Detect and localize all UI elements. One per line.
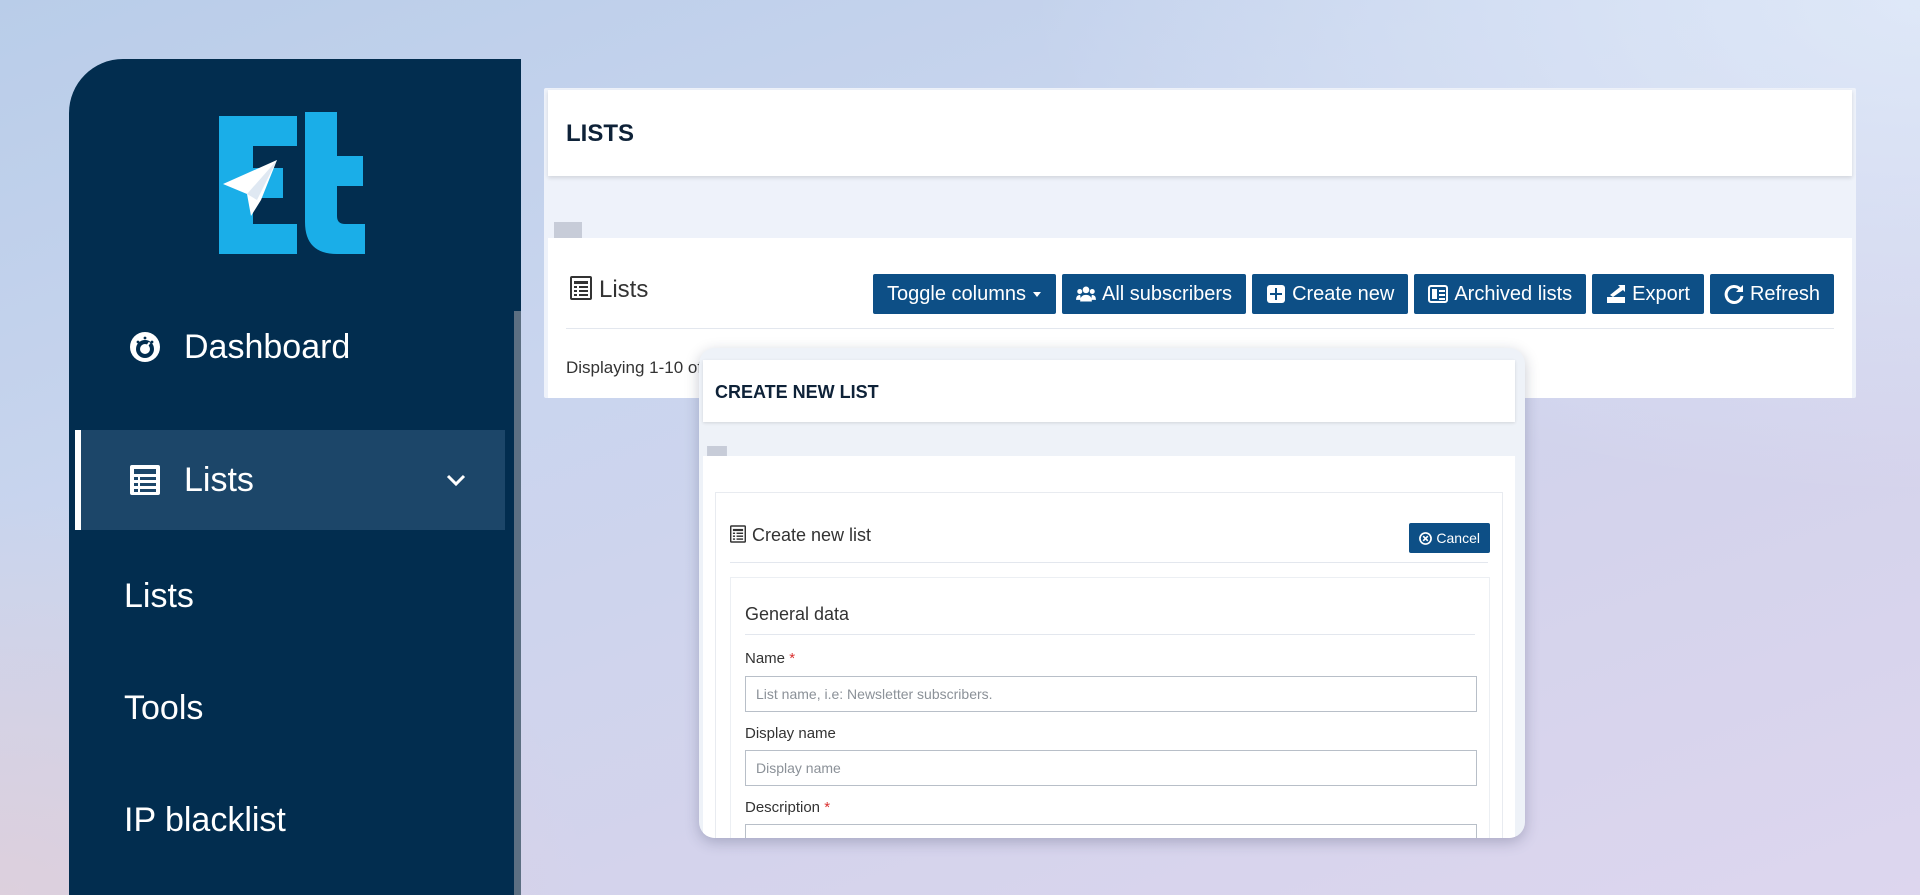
create-new-label: Create new — [1292, 282, 1395, 305]
plus-square-icon — [1267, 285, 1286, 303]
sidebar-item-label: Lists — [184, 460, 254, 499]
card-title: Lists — [599, 276, 649, 303]
pagination-summary: Displaying 1-10 of — [566, 358, 703, 377]
et-logo — [219, 112, 365, 254]
sidebar-scrollbar[interactable] — [514, 311, 521, 895]
refresh-button[interactable]: Refresh — [1709, 274, 1834, 314]
users-icon — [1076, 286, 1097, 302]
sidebar-item-label: Dashboard — [184, 327, 351, 366]
page-header: LISTS — [548, 90, 1852, 176]
export-label: Export — [1632, 282, 1690, 305]
archived-lists-label: Archived lists — [1454, 282, 1573, 305]
cancel-button[interactable]: Cancel — [1409, 523, 1490, 553]
list-icon — [730, 525, 746, 543]
sidebar: Dashboard Lists Lists Tools IP blacklist — [69, 59, 521, 895]
chevron-down-icon[interactable] — [445, 473, 467, 487]
sidebar-item-dashboard[interactable]: Dashboard — [75, 297, 505, 397]
sidebar-subitem-lists[interactable]: Lists — [124, 577, 194, 616]
all-subscribers-label: All subscribers — [1102, 282, 1233, 305]
caret-down-icon — [1033, 292, 1042, 297]
close-circle-icon — [1419, 531, 1433, 545]
modal-card: Create new list Cancel General data Name… — [703, 456, 1515, 838]
name-input[interactable] — [745, 676, 1477, 712]
section-rule — [745, 634, 1475, 635]
page-title: LISTS — [566, 120, 635, 147]
toggle-columns-label: Toggle columns — [887, 282, 1027, 305]
list-icon — [130, 465, 160, 495]
toggle-columns-button[interactable]: Toggle columns — [873, 274, 1057, 314]
create-new-button[interactable]: Create new — [1252, 274, 1409, 314]
description-input[interactable] — [745, 824, 1477, 838]
display-name-label: Display name — [745, 725, 836, 742]
archived-lists-button[interactable]: Archived lists — [1414, 274, 1587, 314]
list-icon — [570, 276, 592, 300]
export-icon — [1607, 285, 1626, 303]
sidebar-item-ip-blacklist[interactable]: IP blacklist — [124, 801, 286, 840]
cancel-label: Cancel — [1436, 530, 1480, 546]
lists-toolbar: Toggle columns All subscribers Create ne… — [873, 274, 1834, 314]
refresh-icon — [1724, 284, 1744, 304]
required-mark: * — [789, 650, 796, 667]
modal-header: CREATE NEW LIST — [703, 360, 1515, 422]
archive-icon — [1428, 285, 1449, 303]
description-label: Description * — [745, 799, 830, 816]
name-label-text: Name — [745, 650, 786, 667]
description-label-text: Description — [745, 799, 821, 816]
create-list-form: Create new list Cancel General data Name… — [715, 492, 1503, 838]
modal-title: CREATE NEW LIST — [715, 382, 879, 402]
display-name-input[interactable] — [745, 750, 1477, 786]
required-mark: * — [824, 799, 831, 816]
refresh-label: Refresh — [1749, 282, 1820, 305]
card-divider — [566, 328, 1834, 329]
create-list-modal: CREATE NEW LIST Create new list Cancel G… — [699, 348, 1525, 838]
export-button[interactable]: Export — [1592, 274, 1704, 314]
section-title: General data — [745, 604, 850, 624]
all-subscribers-button[interactable]: All subscribers — [1062, 274, 1247, 314]
dashboard-gauge-icon — [130, 332, 160, 362]
sidebar-item-lists[interactable]: Lists — [75, 430, 505, 530]
sidebar-item-tools[interactable]: Tools — [124, 689, 203, 728]
general-data-fieldset: General data Name * Display name Descrip… — [730, 577, 1490, 838]
form-divider — [730, 562, 1488, 563]
name-label: Name * — [745, 650, 795, 667]
form-title: Create new list — [752, 525, 872, 545]
